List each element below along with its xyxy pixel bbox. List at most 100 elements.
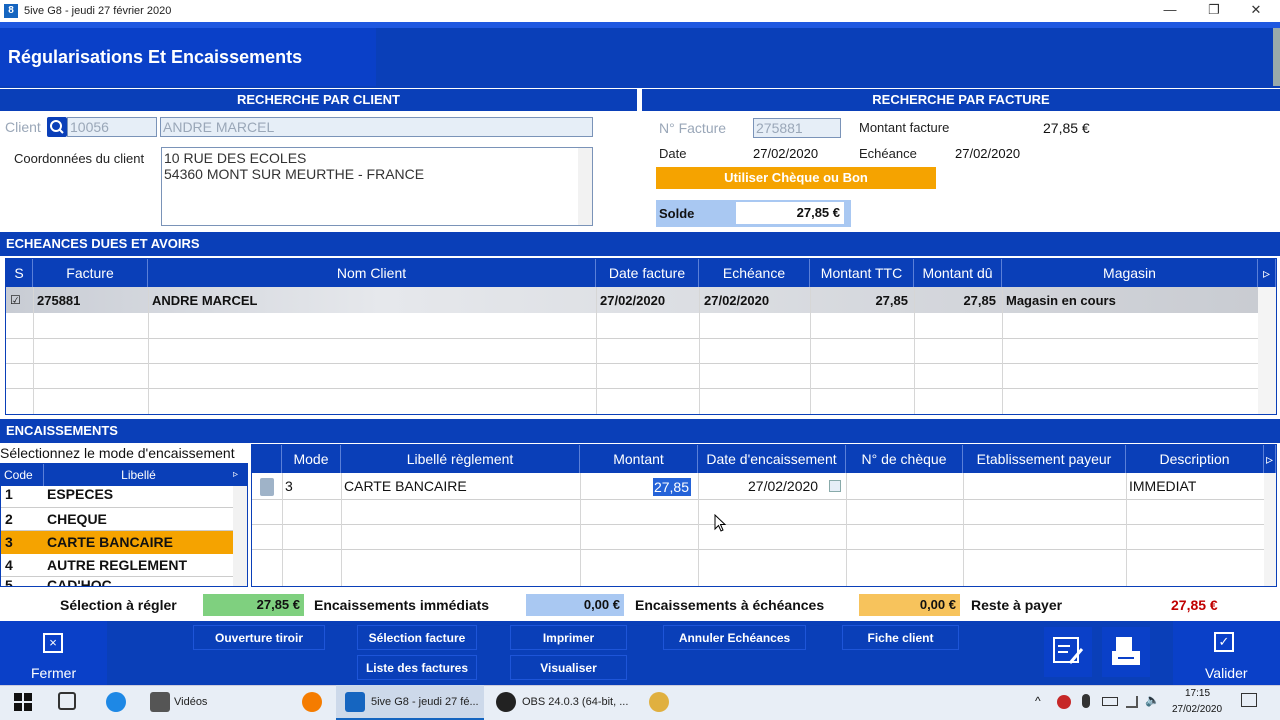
battery-icon[interactable] [1102,697,1118,706]
reste-label: Reste à payer [971,597,1063,613]
invoice-due-value: 27/02/2020 [955,146,1021,161]
network-icon[interactable] [1126,696,1138,708]
edge-icon[interactable] [106,692,126,712]
immediats-label: Encaissements immédiats [314,597,490,613]
visualiser-button[interactable]: Visualiser [510,655,627,680]
validate-label[interactable]: Valider [1205,665,1248,681]
taskbar-time[interactable]: 17:15 [1185,688,1210,699]
selection-label: Sélection à régler [60,597,177,613]
invoice-amount-label: Montant facture [859,120,950,135]
enc-row-description: IMMEDIAT [1129,478,1197,494]
client-code-input[interactable]: 10056 [67,117,157,137]
taskbar-videos[interactable]: Vidéos [174,685,207,720]
col-s[interactable]: S [6,259,33,287]
edit-document-button[interactable] [1044,627,1092,677]
mode-col-libelle[interactable]: Libellé [43,464,233,486]
col-date-facture[interactable]: Date facture [596,259,699,287]
row-date: 27/02/2020 [600,293,666,308]
trash-icon[interactable] [260,478,274,496]
col-montant[interactable]: Montant [580,445,698,473]
scrollbar[interactable] [1273,28,1280,86]
client-name-input[interactable]: ANDRE MARCEL [160,117,593,137]
list-item[interactable]: 1 ESPECES [1,486,233,508]
enc-scrollbar[interactable] [1264,473,1276,586]
minimize-button[interactable]: — [1150,0,1190,22]
annuler-echeances-button[interactable]: Annuler Echéances [663,625,806,650]
firefox-icon[interactable] [302,692,322,712]
use-check-button[interactable]: Utiliser Chèque ou Bon [656,167,936,189]
encaissements-grid: Mode Libellé règlement Montant Date d'en… [251,444,1277,587]
five-g8-icon[interactable] [345,692,365,712]
list-item[interactable]: 4 AUTRE REGLEMENT [1,554,233,577]
windows-start-icon[interactable] [14,693,32,711]
task-view-icon[interactable] [58,692,76,710]
col-montant-du[interactable]: Montant dû [914,259,1002,287]
imprimer-button[interactable]: Imprimer [510,625,627,650]
taskbar-obs[interactable]: OBS 24.0.3 (64-bit, ... [522,685,628,720]
selection-value: 27,85 € [203,594,304,616]
col-nom-client[interactable]: Nom Client [148,259,596,287]
mode-col-code[interactable]: Code [1,464,43,486]
client-address-field[interactable]: 10 RUE DES ECOLES 54360 MONT SUR MEURTHE… [161,147,593,226]
ouverture-tiroir-button[interactable]: Ouverture tiroir [193,625,325,650]
calendar-icon[interactable] [829,480,841,492]
col-echeance[interactable]: Echéance [699,259,810,287]
solde-value: 27,85 € [736,202,844,224]
maximize-button[interactable]: ❐ [1194,0,1234,22]
list-item[interactable]: 5 CAD'HOC [1,577,233,586]
invoice-date-value: 27/02/2020 [753,146,819,161]
validate-check-icon[interactable]: ✓ [1214,632,1234,652]
col-mode[interactable]: Mode [282,445,341,473]
obs-icon[interactable] [496,692,516,712]
encaissements-header: ENCAISSEMENTS [0,419,1280,443]
fiche-client-button[interactable]: Fiche client [842,625,959,650]
search-icon[interactable] [47,117,67,137]
close-x-icon[interactable]: × [43,633,63,653]
montant-input[interactable]: 27,85 [653,478,691,496]
row-nom: ANDRE MARCEL [152,293,258,308]
invoice-number-input[interactable]: 275881 [753,118,841,138]
col-montant-ttc[interactable]: Montant TTC [810,259,914,287]
other-app-icon[interactable] [649,692,669,712]
taskbar-app[interactable]: 5ive G8 - jeudi 27 fé... [371,685,479,720]
volume-icon[interactable]: 🔈 [1145,693,1160,707]
row-echeance: 27/02/2020 [704,293,770,308]
col-facture[interactable]: Facture [33,259,148,287]
list-item-selected[interactable]: 3 CARTE BANCAIRE [1,531,233,554]
col-magasin[interactable]: Magasin [1002,259,1258,287]
col-etablissement[interactable]: Etablissement payeur [963,445,1126,473]
invoice-amount-value: 27,85 € [1043,120,1090,136]
address-scrollbar[interactable] [578,148,592,225]
notification-icon[interactable] [1241,693,1257,707]
echeances-scrollbar[interactable] [1258,287,1276,414]
mode-scrollbar[interactable] [233,486,247,586]
tray-app-icon[interactable] [1057,695,1071,709]
echeances-grid: S Facture Nom Client Date facture Echéan… [5,258,1277,415]
echeances-header: ECHEANCES DUES ET AVOIRS [0,232,1280,256]
row-ttc: 27,85 [875,293,908,308]
col-cheque[interactable]: N° de chèque [846,445,963,473]
mode-expand-icon[interactable]: ▹ [233,464,247,486]
videos-app-icon[interactable] [150,692,170,712]
col-description[interactable]: Description [1126,445,1264,473]
print-button[interactable] [1102,627,1150,677]
enc-row-date[interactable]: 27/02/2020 [748,474,818,499]
tray-chevron-icon[interactable]: ^ [1035,694,1041,708]
selection-facture-button[interactable]: Sélection facture [357,625,477,650]
enc-expand-icon[interactable]: ▹ [1264,445,1276,473]
microphone-icon[interactable] [1082,694,1090,708]
col-libelle[interactable]: Libellé règlement [341,445,580,473]
liste-factures-button[interactable]: Liste des factures [357,655,477,680]
window-title: 5ive G8 - jeudi 27 février 2020 [24,5,172,17]
echeances-value: 0,00 € [859,594,960,616]
client-label: Client [5,119,41,135]
row-checkbox[interactable]: ☑ [10,288,30,313]
taskbar-date[interactable]: 27/02/2020 [1172,704,1222,715]
list-item[interactable]: 2 CHEQUE [1,508,233,531]
close-label[interactable]: Fermer [31,665,76,681]
close-button[interactable]: ✕ [1236,0,1276,22]
printer-icon [1112,637,1140,665]
col-date-encaissement[interactable]: Date d'encaissement [698,445,846,473]
echeances-label: Encaissements à échéances [635,597,825,613]
col-expand-icon[interactable]: ▹ [1258,259,1276,287]
